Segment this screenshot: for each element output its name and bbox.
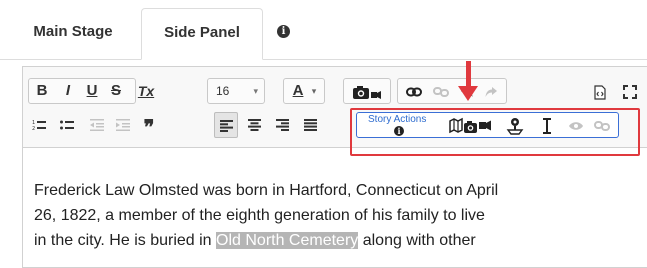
tab-main-stage[interactable]: Main Stage — [14, 8, 132, 60]
content-line-3-text: in the city. He is buried in — [34, 232, 217, 249]
numbered-list-icon[interactable]: 1 2 — [28, 112, 50, 136]
font-size-value: 16 — [216, 84, 230, 98]
outdent-icon[interactable] — [86, 112, 108, 136]
tab-side-panel[interactable]: Side Panel — [141, 8, 263, 60]
align-justify-icon[interactable] — [298, 112, 322, 136]
content-line-3: in the city. He is buried in Old North C… — [34, 228, 634, 253]
clear-format-button[interactable]: Tx — [133, 79, 159, 103]
link-icon[interactable] — [402, 79, 426, 103]
underline-button[interactable]: U — [81, 79, 103, 103]
indent-icon[interactable] — [112, 112, 134, 136]
maximize-icon[interactable] — [619, 79, 641, 103]
blockquote-icon[interactable]: ❞ — [138, 112, 160, 139]
font-color-group: A ▾ — [283, 78, 325, 104]
links-group — [397, 78, 507, 104]
italic-button[interactable]: I — [57, 79, 79, 103]
content-line-1: Frederick Law Olmsted was born in Hartfo… — [34, 182, 499, 199]
editor-content[interactable]: Frederick Law Olmsted was born in Hartfo… — [34, 178, 634, 253]
annotation-arrow-shaft — [466, 61, 471, 89]
align-left-icon[interactable] — [214, 112, 238, 138]
camera-video-icon[interactable] — [348, 79, 386, 103]
font-size-select[interactable]: 16 ▾ — [207, 78, 265, 104]
paragraph-group: 1 2 ❞ — [28, 112, 204, 139]
content-line-2: 26, 1822, a member of the eighth generat… — [34, 207, 485, 224]
bulleted-list-icon[interactable] — [56, 112, 78, 136]
bold-button[interactable]: B — [31, 79, 53, 103]
basic-styles-group: B I U S — [28, 78, 136, 104]
content-line-3-end: along with other — [358, 232, 476, 249]
align-right-icon[interactable] — [270, 112, 294, 136]
media-group — [343, 78, 391, 104]
svg-text:2: 2 — [32, 126, 35, 131]
redo-icon[interactable] — [480, 79, 502, 103]
font-color-button[interactable]: A — [288, 79, 308, 103]
alignment-group — [212, 112, 346, 138]
info-icon[interactable]: i — [277, 25, 290, 38]
arrow-down-icon — [458, 86, 478, 101]
unlink-icon[interactable] — [430, 79, 452, 103]
selected-text[interactable]: Old North Cemetery — [216, 232, 359, 249]
chevron-down-icon[interactable]: ▾ — [308, 79, 320, 103]
strikethrough-button[interactable]: S — [105, 79, 127, 103]
highlight-box — [350, 108, 640, 156]
chevron-down-icon: ▾ — [253, 86, 258, 96]
tab-bar: Main Stage Side Panel i — [0, 0, 647, 60]
source-code-icon[interactable] — [589, 79, 611, 103]
align-center-icon[interactable] — [242, 112, 266, 136]
